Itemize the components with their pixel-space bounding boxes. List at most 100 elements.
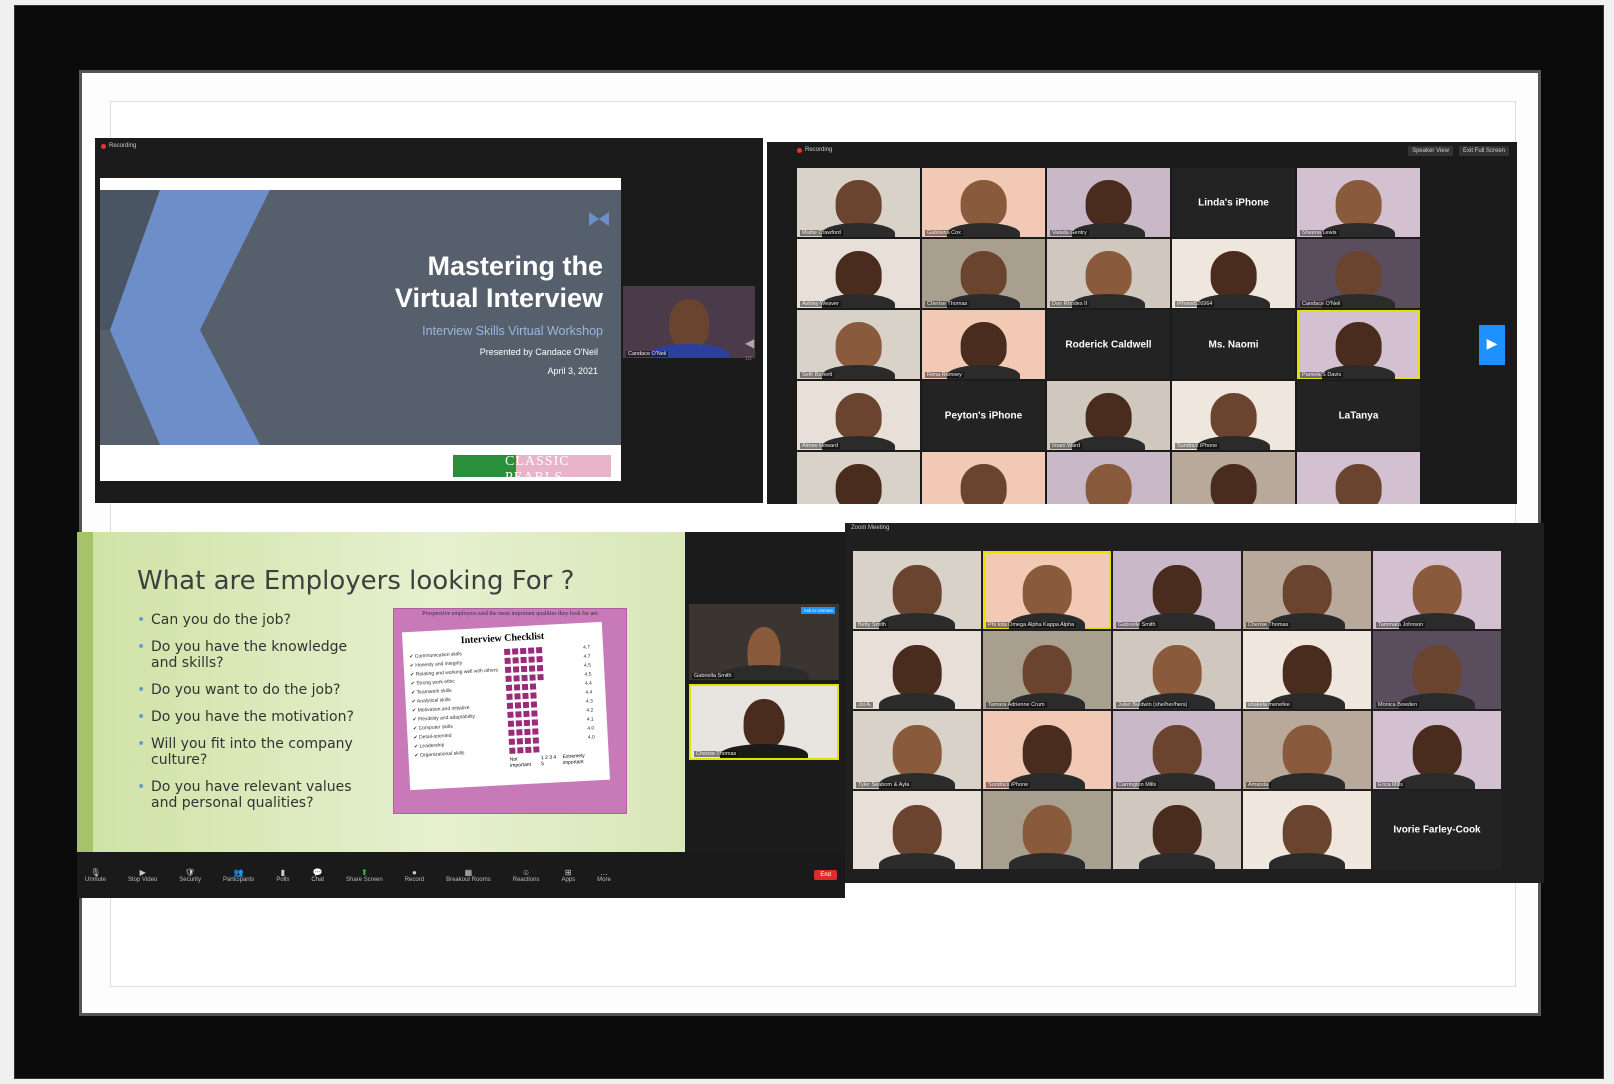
participant-name: Carrington Mills [1116, 782, 1159, 788]
participant-tile[interactable]: Mattie Crawford [797, 168, 920, 237]
participant-tile[interactable]: Pamela S Davis [1297, 310, 1420, 379]
participant-tile[interactable] [1047, 452, 1170, 504]
zoom-window-gallery-2: Zoom Meeting Betty Smith Phi Iota Omega A… [845, 523, 1544, 883]
participant-tile[interactable]: Aimee Howard [797, 381, 920, 450]
rating-block [524, 737, 531, 744]
participant-tile[interactable]: Don Rhodes II [1047, 239, 1170, 308]
participant-tile[interactable]: Peyton's iPhone [922, 381, 1045, 450]
participant-tile[interactable] [853, 791, 981, 869]
participant-name: Seth Burkett [800, 372, 835, 378]
participant-name-large: Ms. Naomi [1208, 339, 1259, 350]
participant-tile[interactable]: Valada Gentry [1047, 168, 1170, 237]
checklist-value: 4.4 [585, 688, 593, 696]
participant-tile[interactable]: Amanda [1243, 711, 1371, 789]
participant-tile[interactable]: Ivorie Farley-Cook [1373, 791, 1501, 869]
toolbar-reactions-button[interactable]: ☺ Reactions [513, 868, 540, 883]
participant-tile[interactable] [1172, 452, 1295, 504]
toolbar-unmute-button[interactable]: 🎙 Unmute [85, 868, 106, 883]
toolbar-breakout-rooms-button[interactable]: ▦ Breakout Rooms [446, 868, 491, 883]
toolbar-stop-video-button[interactable]: ▶ Stop Video [128, 868, 157, 883]
slide-subtitle: Interview Skills Virtual Workshop [422, 324, 603, 338]
participant-tile[interactable]: Sundra's iPhone [983, 711, 1111, 789]
rating-block [523, 710, 530, 717]
participant-tile[interactable]: Tammara Johnson [1373, 551, 1501, 629]
bullet-item: Will you fit into the company culture? [137, 736, 377, 768]
participant-tile[interactable]: Imani Ward [1047, 381, 1170, 450]
participant-tile[interactable] [922, 452, 1045, 504]
participant-face [1282, 725, 1332, 779]
participant-name-large: Roderick Caldwell [1065, 339, 1152, 350]
checklist-value: 4.1 [586, 715, 594, 723]
participant-face [1210, 464, 1257, 504]
rating-block [514, 692, 521, 700]
participant-tile[interactable] [1243, 791, 1371, 869]
participant-tile[interactable]: Candace O'Neil [1297, 239, 1420, 308]
participant-face [1412, 565, 1462, 619]
exit-full-screen-button[interactable]: Exit Full Screen [1458, 146, 1509, 156]
rating-block [505, 675, 512, 682]
checklist-value: 4.0 [587, 733, 595, 741]
toolbar-share-screen-button[interactable]: ⬆ Share Screen [346, 868, 383, 883]
participant-tile[interactable] [983, 791, 1111, 869]
participant-body [1138, 853, 1216, 869]
participant-tile[interactable]: Cherise Thomas [1243, 551, 1371, 629]
toolbar-security-button[interactable]: 🛡 Security [179, 868, 201, 883]
participant-tile[interactable]: LaTanya [1297, 381, 1420, 450]
rating-block [513, 674, 520, 682]
bowtie-icon [589, 212, 609, 226]
participant-tile[interactable]: Tyler Seaborn & Ayla [853, 711, 981, 789]
participant-tile[interactable]: Phi Iota Omega Alpha Kappa Alpha [983, 551, 1111, 629]
toolbar-participants-button[interactable]: 👥 Participants [223, 868, 254, 883]
participant-face [1210, 393, 1257, 441]
participant-tile[interactable]: Sheena Lewis [1297, 168, 1420, 237]
participant-face [960, 464, 1007, 504]
rating-block [519, 647, 527, 654]
ask-to-unmute-badge[interactable]: Ask to Unmute [801, 607, 835, 614]
participant-body [878, 853, 956, 869]
participant-tile[interactable] [797, 452, 920, 504]
participant-video[interactable]: Ask to Unmute Gabriella Smith [689, 604, 839, 680]
participant-tile[interactable]: Monica Bowden [1373, 631, 1501, 709]
participant-tile[interactable]: Juliet Baldwin (she/her/hers) [1113, 631, 1241, 709]
rating-block [530, 691, 537, 699]
participant-tile[interactable]: shakela menefee [1243, 631, 1371, 709]
checklist-value: 4.7 [582, 644, 591, 651]
rating-block [531, 709, 538, 717]
prev-page-arrow-icon[interactable]: ◀ [745, 336, 754, 350]
presenter-video[interactable]: Candace O'Neil [623, 286, 755, 358]
rating-block [530, 700, 538, 708]
participant-tile[interactable] [1113, 791, 1241, 869]
active-speaker-video[interactable]: Cherise Thomas [689, 684, 839, 760]
speaker-view-button[interactable]: Speaker View [1408, 146, 1453, 156]
rating-block [516, 728, 523, 735]
participant-tile[interactable]: Cherise Thomas [922, 239, 1045, 308]
participant-tile[interactable]: Gabrielle Smith [1113, 551, 1241, 629]
toolbar-record-button[interactable]: ● Record [405, 868, 424, 883]
participant-tile[interactable] [1297, 452, 1420, 504]
participant-tile[interactable]: Roderick Caldwell [1047, 310, 1170, 379]
participant-tile[interactable]: Ashley Weaver [797, 239, 920, 308]
participant-tile[interactable]: Linda's iPhone [1172, 168, 1295, 237]
toolbar-more-button[interactable]: … More [597, 868, 611, 883]
participant-face [835, 251, 882, 299]
participant-tile[interactable]: Rena Ramsey [922, 310, 1045, 379]
rating-block [505, 684, 513, 691]
participant-face [835, 322, 882, 370]
participant-name: Cherise Thomas [694, 751, 739, 757]
participant-tile[interactable]: iPhone526964 [1172, 239, 1295, 308]
next-page-button[interactable]: ▶ [1479, 325, 1505, 365]
participant-tile[interactable]: Joi A. [853, 631, 981, 709]
participant-tile[interactable]: Carrington Mills [1113, 711, 1241, 789]
toolbar-polls-button[interactable]: ▮ Polls [276, 868, 289, 883]
toolbar-apps-button[interactable]: ⊞ Apps [561, 868, 575, 883]
participant-tile[interactable]: Gabriena Cox [922, 168, 1045, 237]
participant-tile[interactable]: Betty Smith [853, 551, 981, 629]
participant-tile[interactable]: Seth Burkett [797, 310, 920, 379]
participant-tile[interactable]: Sundra's iPhone [1172, 381, 1295, 450]
toolbar-chat-button[interactable]: 💬 Chat [311, 868, 324, 883]
participant-tile[interactable]: Erica Mills [1373, 711, 1501, 789]
participant-name: iPhone526964 [1175, 301, 1215, 307]
participant-tile[interactable]: Tamara Adrienne Crum [983, 631, 1111, 709]
participant-tile[interactable]: Ms. Naomi [1172, 310, 1295, 379]
end-meeting-button[interactable]: End [814, 870, 837, 880]
